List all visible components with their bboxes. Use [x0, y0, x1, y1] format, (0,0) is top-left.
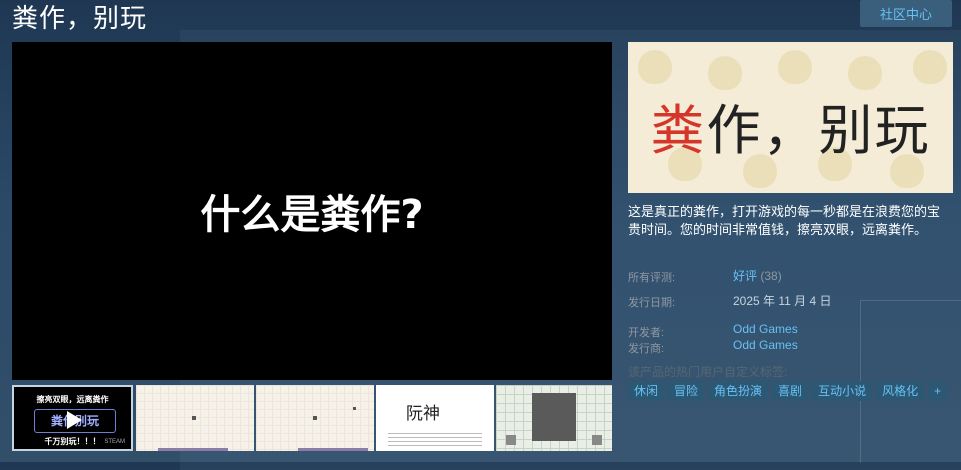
video-caption: 什么是粪作?: [200, 192, 424, 238]
developer-label: 开发者:: [628, 327, 665, 339]
page-title: 粪作，别玩: [12, 4, 148, 34]
publisher-link[interactable]: Odd Games: [733, 338, 798, 352]
release-date-value: 2025 年 11 月 4 日: [733, 294, 832, 308]
capsule-title: 粪作，别玩: [628, 86, 953, 165]
tag-stylized[interactable]: 风格化: [876, 381, 925, 401]
reviews-summary[interactable]: 好评 (38): [733, 267, 782, 284]
poop-icon: [778, 50, 812, 84]
steam-badge: STEAM: [104, 439, 125, 445]
player-dot: [192, 416, 196, 420]
thumbnail-label: 阮神: [406, 404, 440, 424]
thumbnail-text-lines: [388, 433, 482, 447]
tag-more-button[interactable]: +: [928, 381, 948, 401]
tag-adventure[interactable]: 冒险: [668, 381, 705, 401]
developer-link[interactable]: Odd Games: [733, 322, 798, 336]
game-description: 这是真正的粪作，打开游戏的每一秒都是在浪费您的宝贵时间。您的时间非常值钱，擦亮双…: [628, 204, 941, 237]
tag-interactive-fiction[interactable]: 互动小说: [812, 381, 873, 401]
poop-icon: [848, 56, 882, 90]
thumbnail-screenshot[interactable]: [496, 385, 612, 451]
play-icon: [67, 411, 82, 429]
community-hub-button[interactable]: 社区中心: [860, 0, 952, 27]
video-player[interactable]: 什么是粪作?: [12, 42, 612, 380]
reviews-count: (38): [760, 269, 782, 283]
reviews-label: 所有评测:: [628, 272, 676, 284]
tag-rpg[interactable]: 角色扮演: [708, 381, 769, 401]
media-thumbnail-strip: 擦亮双眼，远离粪作 粪作别玩 千万别玩！！！ STEAM 阮神: [12, 385, 612, 462]
arrow-icon: [592, 435, 602, 445]
tags-label: 该产品的热门用户自定义标签:: [628, 365, 788, 379]
thumbnail-bar: [158, 448, 228, 451]
thumbnail-top-text: 擦亮双眼，远离粪作: [36, 395, 109, 404]
player-dot: [313, 416, 317, 420]
poop-icon: [913, 50, 947, 84]
thumbnail-screenshot[interactable]: 阮神: [376, 385, 494, 451]
poop-icon: [708, 56, 742, 90]
player-dot: [353, 407, 356, 410]
tag-list: 休闲 冒险 角色扮演 喜剧 互动小说 风格化 +: [628, 381, 948, 401]
thumbnail-screenshot[interactable]: [256, 385, 374, 451]
poop-icon: [638, 50, 672, 84]
tag-comedy[interactable]: 喜剧: [772, 381, 809, 401]
arrow-icon: [506, 435, 516, 445]
thumbnail-trailer[interactable]: 擦亮双眼，远离粪作 粪作别玩 千万别玩！！！ STEAM: [12, 385, 133, 451]
release-date-label: 发行日期:: [628, 297, 676, 309]
game-capsule-image: 粪作，别玩: [628, 42, 953, 193]
thumbnail-screenshot[interactable]: [136, 385, 254, 451]
tag-casual[interactable]: 休闲: [628, 381, 665, 401]
capsule-title-rest: 作，别玩: [706, 99, 931, 162]
publisher-label: 发行商:: [628, 343, 665, 355]
capsule-title-accent: 粪: [650, 99, 707, 162]
thumbnail-dark-block: [532, 393, 576, 441]
thumbnail-bar: [298, 448, 368, 451]
reviews-value[interactable]: 好评: [733, 269, 757, 283]
